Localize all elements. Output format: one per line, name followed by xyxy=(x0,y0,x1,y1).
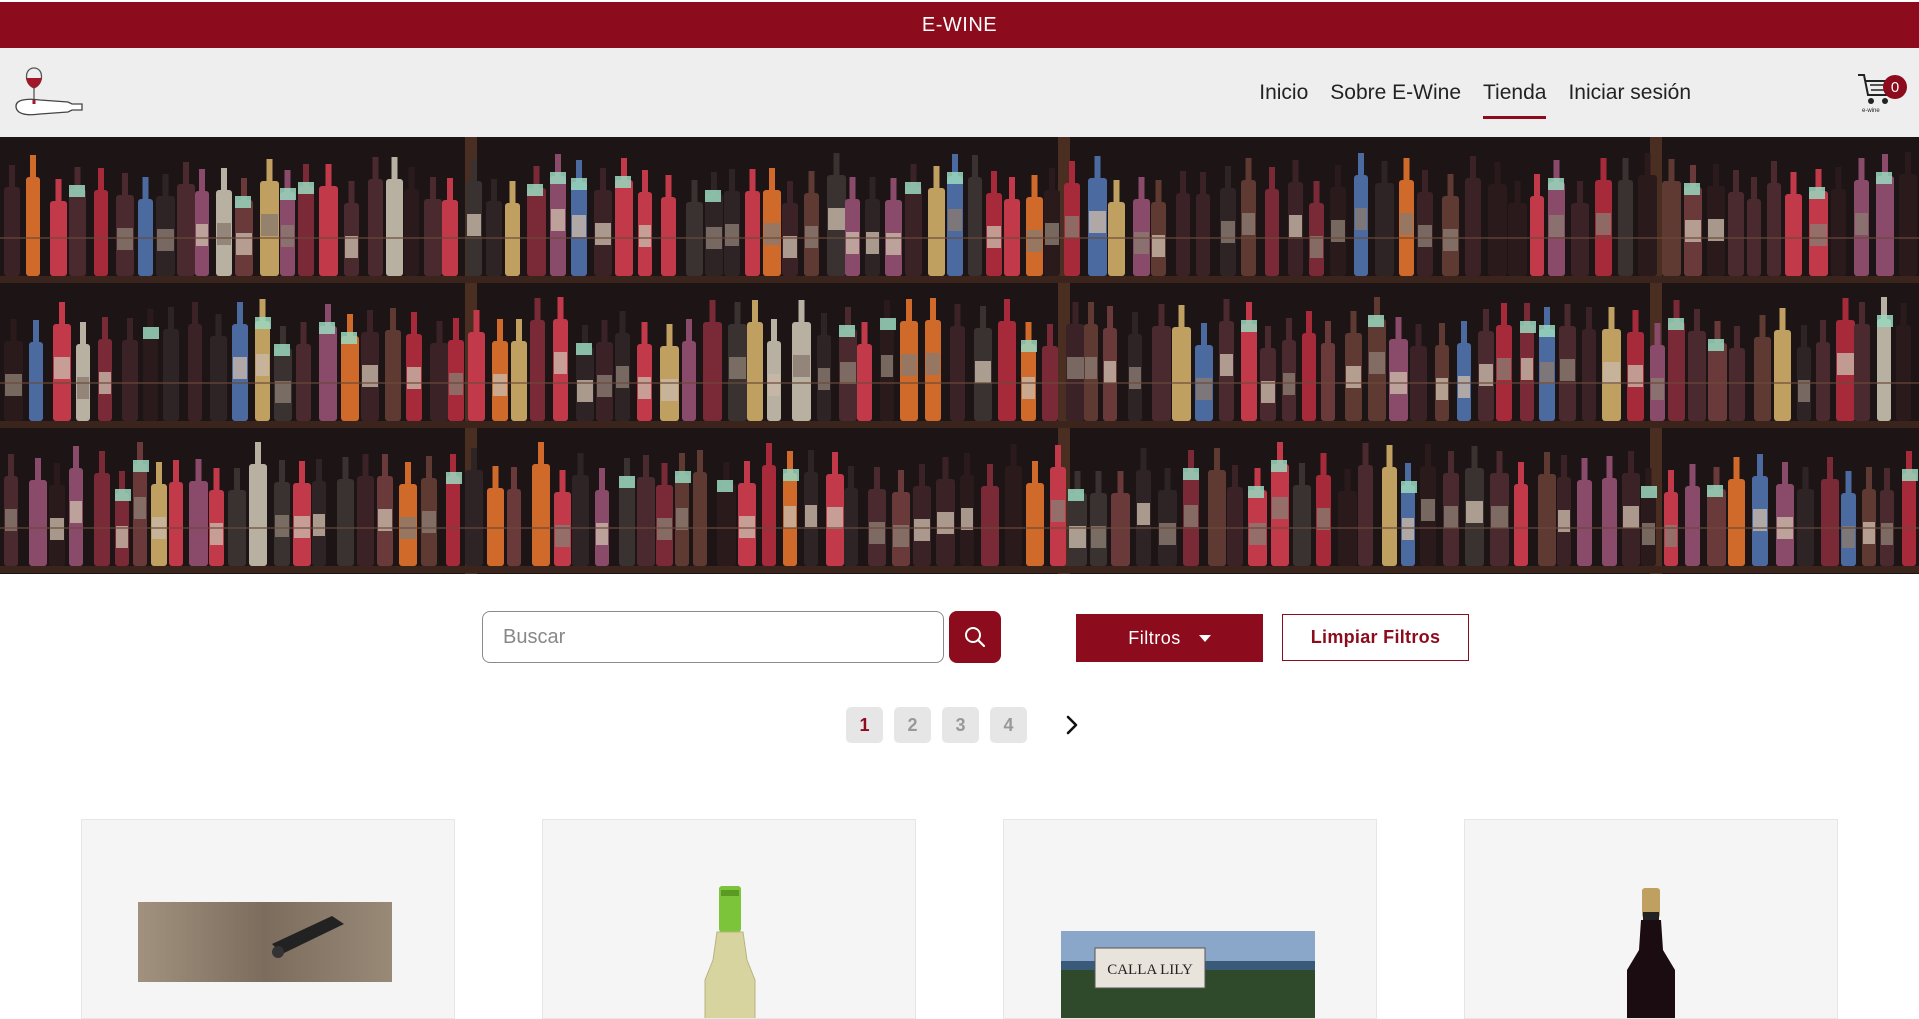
nav-links: Inicio Sobre E-Wine Tienda Iniciar sesió… xyxy=(1237,48,1691,137)
banner-title: E-WINE xyxy=(921,13,998,36)
caret-down-icon xyxy=(1198,634,1211,642)
product-card[interactable] xyxy=(1464,819,1838,1019)
product-image-red-wine xyxy=(1627,888,1675,1018)
product-card[interactable] xyxy=(81,819,455,1019)
clear-filters-button[interactable]: Limpiar Filtros xyxy=(1282,614,1469,661)
logo-icon[interactable] xyxy=(12,64,90,122)
next-page-button[interactable] xyxy=(1060,707,1084,743)
page-button-1[interactable]: 1 xyxy=(846,707,883,743)
page-button-3[interactable]: 3 xyxy=(942,707,979,743)
product-image-corkscrew xyxy=(138,902,392,982)
top-banner: E-WINE xyxy=(0,2,1919,48)
filters-dropdown-button[interactable]: Filtros xyxy=(1076,614,1263,662)
navbar: Inicio Sobre E-Wine Tienda Iniciar sesió… xyxy=(0,48,1919,137)
cart-caption: e-wine xyxy=(1862,108,1880,114)
search-icon xyxy=(965,627,986,648)
search-input[interactable] xyxy=(482,611,944,663)
hero-wine-shelves-image xyxy=(0,137,1919,574)
product-card[interactable]: CALLA LILY xyxy=(1003,819,1377,1019)
nav-link-tienda[interactable]: Tienda xyxy=(1483,48,1547,137)
product-image-white-wine xyxy=(704,886,756,1018)
product-image-calla-lily-winery: CALLA LILY xyxy=(1061,931,1315,1018)
nav-link-sobre[interactable]: Sobre E-Wine xyxy=(1330,48,1461,137)
winery-sign-text: CALLA LILY xyxy=(1107,962,1193,978)
filters-label: Filtros xyxy=(1128,627,1181,648)
pagination: 1 2 3 4 xyxy=(846,707,1084,743)
cart-button[interactable]: 0 e-wine xyxy=(1856,69,1907,117)
search-button[interactable] xyxy=(949,611,1001,663)
search-box xyxy=(482,611,944,663)
product-card[interactable] xyxy=(542,819,916,1019)
chevron-right-icon xyxy=(1066,715,1078,735)
page-button-4[interactable]: 4 xyxy=(990,707,1027,743)
cart-count-badge: 0 xyxy=(1883,75,1907,99)
nav-link-login[interactable]: Iniciar sesión xyxy=(1568,48,1691,137)
nav-link-inicio[interactable]: Inicio xyxy=(1259,48,1308,137)
page-button-2[interactable]: 2 xyxy=(894,707,931,743)
